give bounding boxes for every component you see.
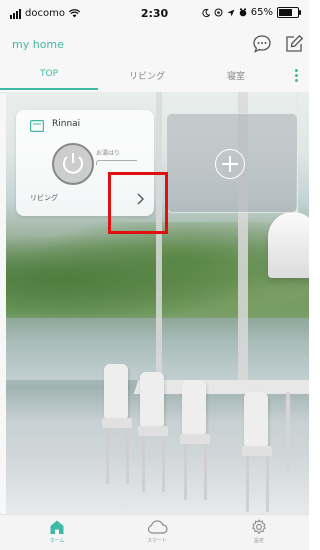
edit-icon[interactable] [282,32,306,56]
room-tabs: TOP リビング 寝室 [0,60,309,93]
moon-icon [202,8,210,17]
plus-icon[interactable] [215,149,245,179]
nav-smart-label: スマート [147,538,167,544]
alarm-icon [239,8,247,17]
location-icon [227,9,235,16]
app-header: my home [0,28,309,60]
status-right: 65% [202,7,301,18]
power-icon [63,153,83,174]
battery-percent: 65% [250,7,273,18]
bath-fill-status: お湯はり [96,150,121,157]
pendant-lamp [268,212,309,278]
bottom-nav: ホーム スマート 設定 [0,514,309,550]
water-heater-icon [30,120,44,132]
device-room-label: リビング [30,194,58,202]
nav-settings-label: 設定 [253,538,264,544]
table-leg [286,392,290,472]
tab-living[interactable]: リビング [98,60,196,90]
device-name: Rinnai [52,119,81,129]
home-selector[interactable]: my home [12,38,64,51]
nav-smart[interactable]: スマート [127,519,187,549]
nav-home[interactable]: ホーム [27,519,87,549]
status-indicator [96,160,137,165]
chair-decoration [102,364,132,484]
chat-bubble-icon[interactable] [250,32,274,56]
nav-home-label: ホーム [49,538,65,544]
nav-settings[interactable]: 設定 [229,519,289,549]
gear-icon [251,519,267,535]
cloud-icon [147,520,168,534]
power-button[interactable] [52,143,94,185]
battery-icon [277,7,301,18]
more-icon[interactable] [293,68,299,84]
window-frame [156,92,162,392]
status-bar: docomo 2:30 65% [0,0,309,28]
rotation-lock-icon [214,8,223,17]
chair-decoration [138,372,168,492]
chair-decoration [180,380,210,500]
highlight-box [108,172,168,234]
app-screen: docomo 2:30 65% my home TOP リビング 寝室 Rinn… [0,0,309,550]
home-icon [50,520,64,534]
tab-top[interactable]: TOP [0,60,98,90]
chair-decoration [242,392,272,512]
add-device-card[interactable] [166,113,298,213]
tab-bedroom[interactable]: 寝室 [196,60,276,90]
